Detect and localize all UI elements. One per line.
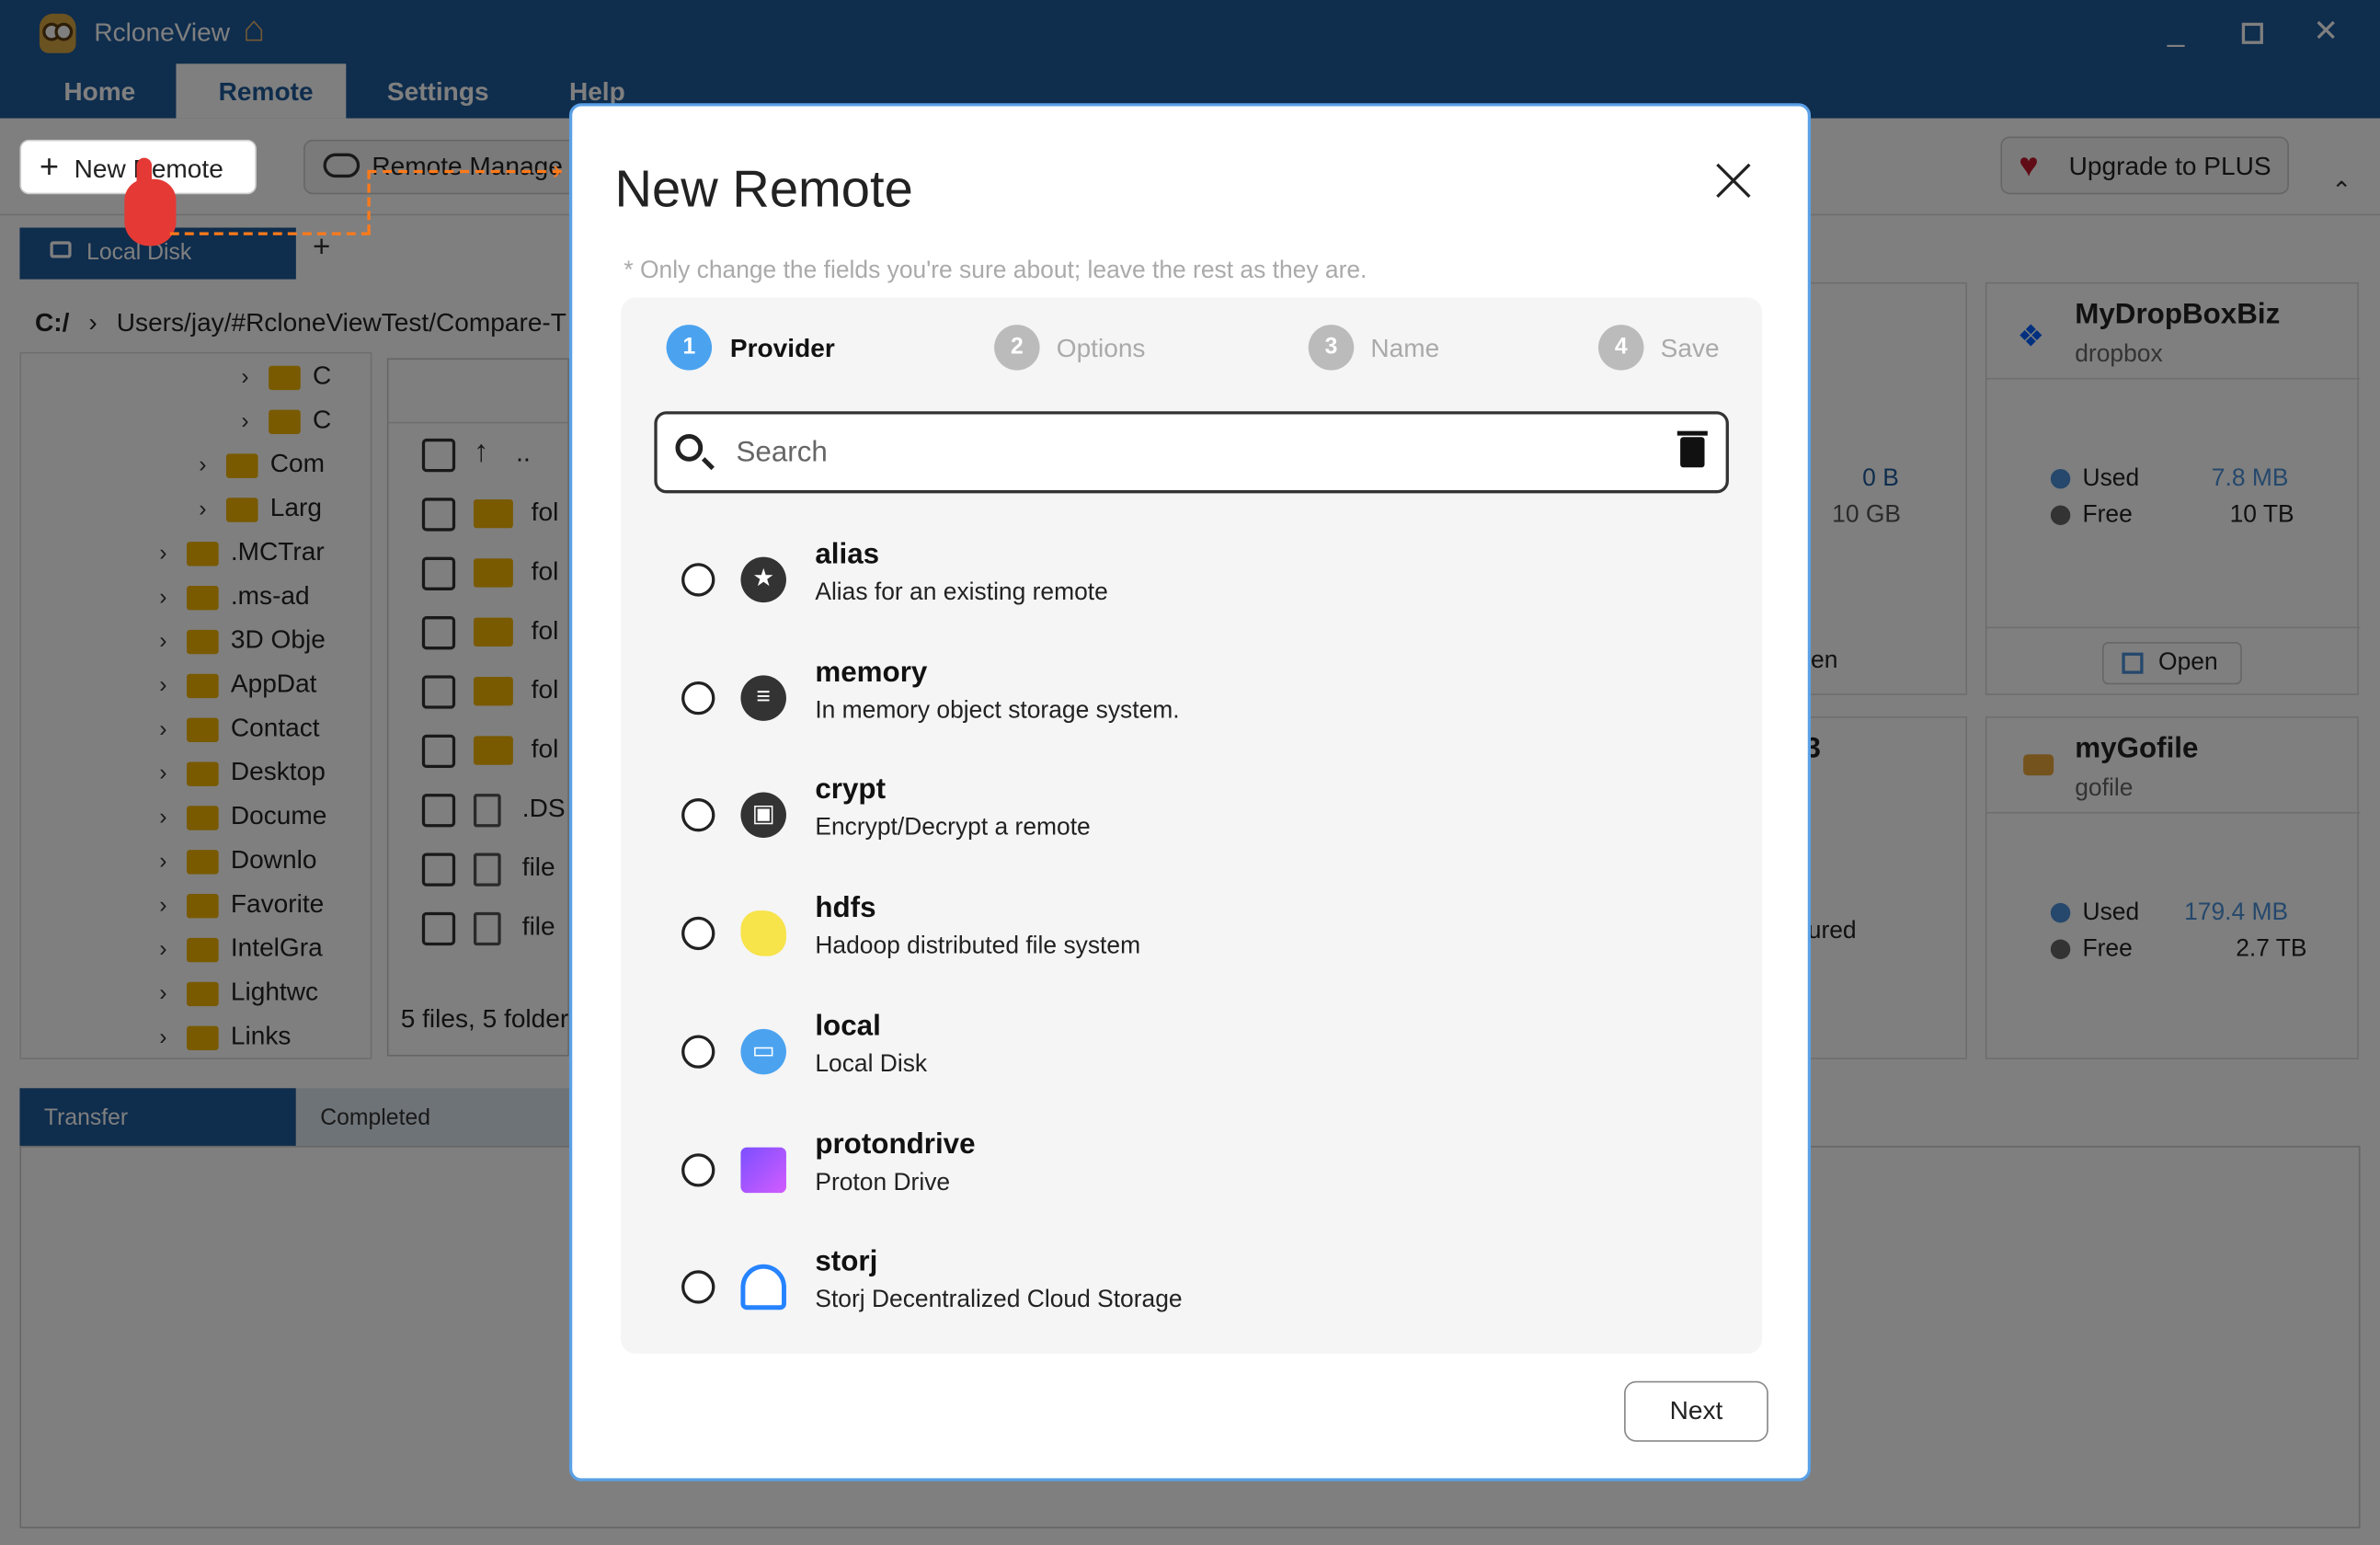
provider-radio[interactable] — [681, 1270, 715, 1304]
trash-icon[interactable] — [1676, 430, 1708, 468]
hadoop-elephant-icon — [740, 910, 786, 956]
proton-folder-icon — [740, 1146, 786, 1193]
step-label: Provider — [729, 334, 835, 363]
step-label: Options — [1056, 334, 1146, 363]
provider-radio[interactable] — [681, 1035, 715, 1069]
provider-item-crypt[interactable]: ▣ crypt Encrypt/Decrypt a remote — [621, 769, 1762, 887]
provider-name: memory — [815, 657, 928, 689]
pointer-dashed-line — [367, 169, 371, 235]
provider-description: Alias for an existing remote — [815, 579, 1108, 606]
provider-name: crypt — [815, 774, 887, 807]
storj-icon — [740, 1265, 786, 1310]
provider-name: alias — [815, 538, 880, 571]
provider-description: Storj Decentralized Cloud Storage — [815, 1287, 1183, 1313]
pointer-arrow-icon: › — [552, 154, 562, 186]
provider-description: Local Disk — [815, 1051, 928, 1078]
provider-name: local — [815, 1010, 881, 1043]
step-label: Save — [1660, 334, 1720, 363]
provider-radio[interactable] — [681, 1152, 715, 1186]
step-number: 1 — [666, 325, 713, 371]
star-icon: ★ — [740, 556, 786, 603]
new-remote-dialog: New Remote * Only change the fields you'… — [568, 103, 1812, 1482]
dialog-note: * Only change the fields you're sure abo… — [624, 258, 1367, 284]
provider-item-memory[interactable]: ≡ memory In memory object storage system. — [621, 650, 1762, 769]
provider-item-storj[interactable]: storj Storj Decentralized Cloud Storage — [621, 1241, 1762, 1359]
provider-radio[interactable] — [681, 563, 715, 597]
provider-name: protondrive — [815, 1127, 976, 1161]
provider-search-input[interactable]: Search — [654, 411, 1729, 494]
pointer-dashed-line — [169, 232, 371, 235]
lock-icon: ▣ — [740, 793, 786, 839]
step-number: 3 — [1308, 325, 1355, 371]
provider-item-local[interactable]: ▭ local Local Disk — [621, 1004, 1762, 1123]
provider-radio[interactable] — [681, 798, 715, 833]
provider-panel: 1 Provider 2 Options 3 Name 4 Save Searc… — [621, 297, 1763, 1355]
provider-description: Encrypt/Decrypt a remote — [815, 815, 1091, 841]
hand-pointer-icon — [124, 157, 177, 246]
provider-name: storj — [815, 1246, 878, 1278]
provider-item-protondrive[interactable]: protondrive Proton Drive — [621, 1122, 1762, 1241]
dialog-title: New Remote — [614, 160, 913, 219]
provider-item-alias[interactable]: ★ alias Alias for an existing remote — [621, 532, 1762, 651]
provider-description: Hadoop distributed file system — [815, 933, 1141, 960]
provider-description: Proton Drive — [815, 1169, 951, 1196]
provider-item-hdfs[interactable]: hdfs Hadoop distributed file system — [621, 887, 1762, 1005]
provider-radio[interactable] — [681, 916, 715, 951]
provider-radio[interactable] — [681, 681, 715, 715]
database-icon: ≡ — [740, 674, 786, 721]
monitor-icon: ▭ — [740, 1028, 786, 1075]
step-number: 2 — [994, 325, 1040, 371]
close-icon[interactable] — [1713, 161, 1753, 200]
pointer-dashed-line — [367, 169, 562, 174]
rcloneview-window: RcloneView ⌂ _ ✕ Home Remote Settings He… — [0, 0, 2380, 1545]
search-icon — [675, 433, 715, 471]
provider-name: hdfs — [815, 892, 876, 925]
provider-description: In memory object storage system. — [815, 697, 1180, 724]
search-placeholder: Search — [736, 437, 828, 469]
step-number: 4 — [1597, 325, 1644, 371]
next-button[interactable]: Next — [1624, 1380, 1768, 1442]
step-label: Name — [1370, 334, 1440, 363]
plus-icon: + — [39, 147, 60, 186]
